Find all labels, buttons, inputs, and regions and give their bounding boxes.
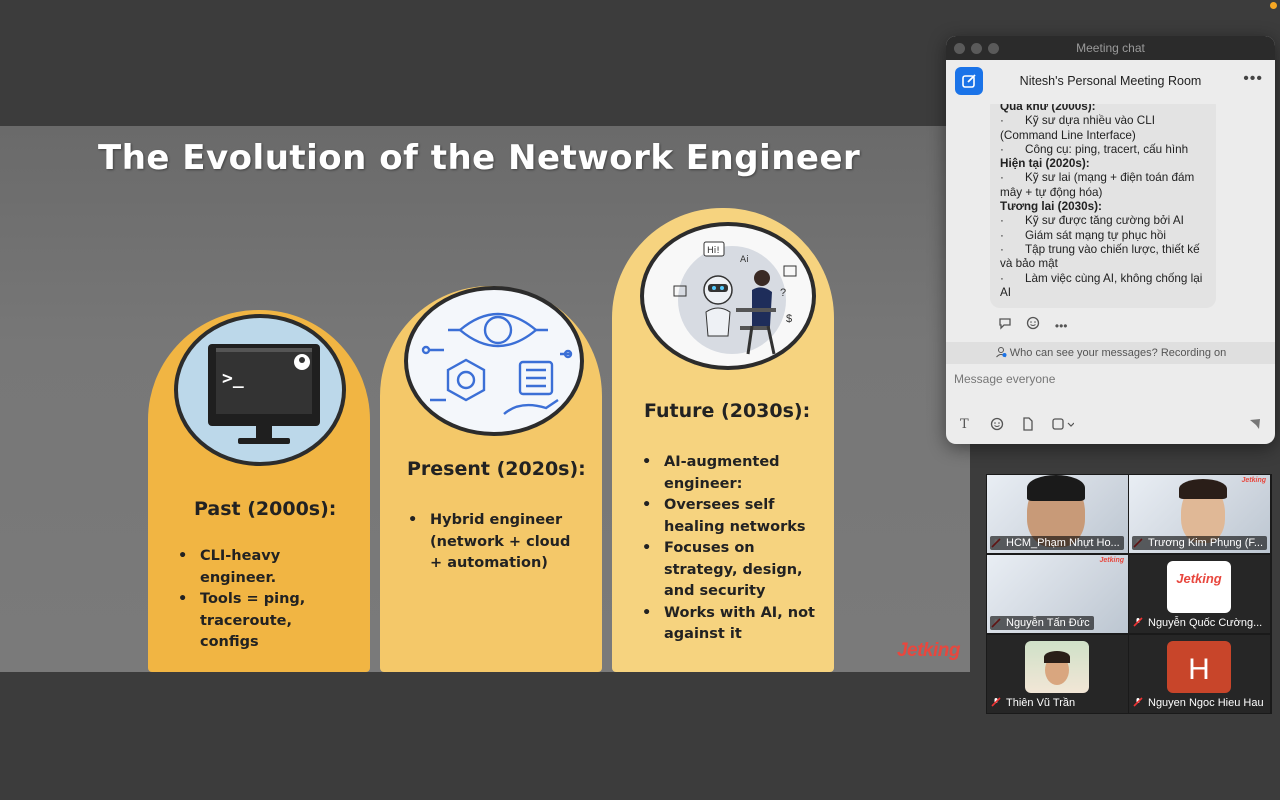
message-line: · Kỹ sư lai (mạng + điện toán đám mây + t… — [1000, 171, 1195, 199]
participant-avatar — [1025, 641, 1089, 693]
message-line: · Kỹ sư được tăng cường bởi AI — [1000, 214, 1184, 228]
chat-message: Quá khứ (2000s): · Kỹ sư dựa nhiều vào CL… — [990, 104, 1216, 308]
participant-tile[interactable]: HCM_Phạm Nhựt Ho... — [987, 475, 1128, 553]
chat-titlebar[interactable]: Meeting chat — [946, 36, 1275, 60]
emoji-icon[interactable] — [990, 417, 1004, 434]
jetking-logo: Jetking — [1099, 557, 1124, 564]
message-line: · Kỹ sư dựa nhiều vào CLI (Command Line I… — [1000, 114, 1155, 142]
participant-name: Nguyễn Tấn Đức — [990, 616, 1094, 630]
message-line: · Làm việc cùng AI, không chống lại AI — [1000, 271, 1203, 299]
svg-text:$: $ — [786, 313, 792, 325]
svg-text:?: ? — [780, 287, 786, 299]
future-bullets: AI-augmented engineer: Oversees self hea… — [640, 452, 826, 646]
present-bullet: Hybrid engineer (network + cloud + autom… — [406, 510, 576, 575]
participant-hair — [1027, 475, 1085, 501]
present-heading: Present (2020s): — [407, 458, 586, 480]
text-format-icon[interactable]: T — [960, 417, 969, 432]
message-line: · Giám sát mạng tự phục hồi — [1000, 228, 1166, 242]
chat-toolbar: T — [946, 414, 1275, 438]
present-bullets: Hybrid engineer (network + cloud + autom… — [406, 510, 576, 575]
room-name: Nitesh's Personal Meeting Room — [1019, 74, 1202, 88]
chat-window-title: Meeting chat — [1076, 41, 1145, 55]
message-line: · Tập trung vào chiến lược, thiết kế và b… — [1000, 242, 1200, 271]
past-bullet: CLI-heavy engineer. — [176, 546, 286, 589]
more-options-icon[interactable]: ••• — [1243, 70, 1263, 88]
visibility-notice[interactable]: Who can see your messages? Recording on — [946, 342, 1275, 364]
participant-hair — [1179, 479, 1227, 499]
message-more-icon[interactable]: ••• — [1055, 319, 1068, 333]
shared-slide: The Evolution of the Network Engineer >_… — [0, 126, 970, 672]
file-icon[interactable] — [1022, 417, 1034, 434]
participant-tile[interactable]: Jetking Nguyễn Tấn Đức — [987, 555, 1128, 633]
participant-tile[interactable]: H Nguyen Ngoc Hieu Hau — [1129, 635, 1270, 713]
meeting-chat-window[interactable]: Meeting chat Nitesh's Personal Meeting R… — [946, 36, 1275, 444]
jetking-logo: Jetking — [1241, 477, 1266, 484]
slide-title: The Evolution of the Network Engineer — [98, 138, 861, 178]
jetking-logo: Jetking — [1176, 571, 1222, 586]
participant-name: Nguyen Ngoc Hieu Hau — [1148, 697, 1264, 709]
message-heading-future: Tương lai (2030s): — [1000, 200, 1102, 214]
message-heading-past: Quá khứ (2000s): — [1000, 104, 1096, 113]
avatar-initial: H — [1188, 653, 1210, 686]
message-input[interactable] — [946, 364, 1275, 394]
past-illustration: >_ — [174, 314, 346, 466]
video-gallery: HCM_Phạm Nhựt Ho... Jetking Trương Kim P… — [986, 474, 1272, 714]
participant-tile[interactable]: Thiên Vũ Trần — [987, 635, 1128, 713]
future-illustration: Hi! Ai $ ? — [640, 222, 816, 370]
participant-name: Thiên Vũ Trần — [1006, 697, 1076, 709]
future-heading: Future (2030s): — [644, 400, 811, 422]
participant-tile[interactable]: Jetking Trương Kim Phụng (F... — [1129, 475, 1270, 553]
participant-name: HCM_Phạm Nhựt Ho... — [990, 536, 1124, 550]
message-line: · Công cụ: ping, tracert, cấu hình — [1000, 142, 1189, 156]
past-bullets: CLI-heavy engineer. Tools = ping, tracer… — [176, 546, 356, 654]
participant-avatar: H — [1167, 641, 1231, 693]
visibility-text: Who can see your messages? Recording on — [1009, 347, 1227, 359]
message-heading-present: Hiện tại (2020s): — [1000, 157, 1090, 171]
past-bullet: Tools = ping, traceroute, configs — [176, 589, 306, 654]
hi-bubble: Hi! — [707, 246, 720, 256]
future-bullet: Works with AI, not against it — [640, 603, 818, 646]
person-icon — [995, 347, 1007, 358]
notification-dot — [1270, 2, 1277, 9]
participant-avatar: Jetking — [1167, 561, 1231, 613]
participant-name: Nguyễn Quốc Cường... — [1148, 617, 1263, 629]
chat-header: Nitesh's Personal Meeting Room ••• — [946, 60, 1275, 104]
screenshot-icon[interactable] — [1052, 417, 1075, 434]
send-icon[interactable] — [1248, 417, 1262, 434]
screen: The Evolution of the Network Engineer >_… — [0, 0, 1280, 800]
present-illustration — [404, 286, 584, 436]
ai-label: Ai — [740, 255, 749, 265]
message-list[interactable]: Quá khứ (2000s): · Kỹ sư dựa nhiều vào CL… — [946, 104, 1275, 342]
reply-icon[interactable] — [998, 316, 1012, 333]
future-bullet: Oversees self healing networks — [640, 495, 810, 538]
jetking-logo: Jetking — [896, 640, 961, 661]
participant-tile[interactable]: Jetking Nguyễn Quốc Cường... — [1129, 555, 1270, 633]
future-bullet: AI-augmented engineer: — [640, 452, 780, 495]
future-bullet: Focuses on strategy, design, and securit… — [640, 538, 826, 603]
message-input-area[interactable] — [946, 364, 1275, 406]
past-heading: Past (2000s): — [194, 498, 337, 520]
message-actions: ••• — [998, 316, 1078, 334]
svg-text:>_: >_ — [222, 368, 244, 389]
emoji-reaction-icon[interactable] — [1026, 316, 1040, 333]
participant-name: Trương Kim Phụng (F... — [1132, 536, 1267, 550]
